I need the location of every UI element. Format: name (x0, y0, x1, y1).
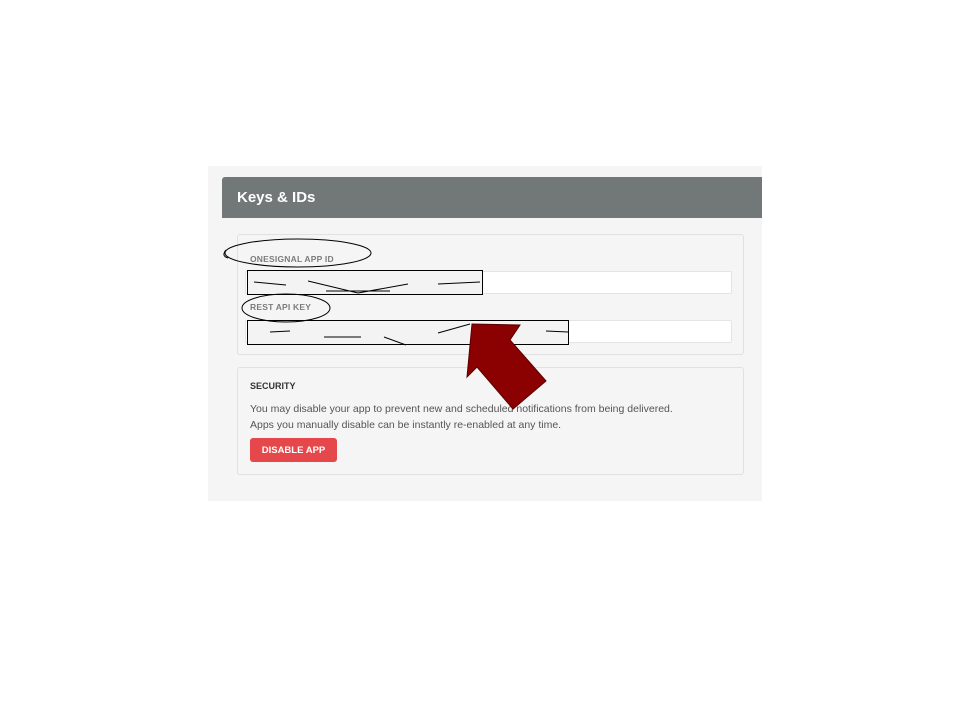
pointer-arrow (466, 323, 547, 410)
app-id-circle (224, 238, 372, 268)
annotation-overlay (223, 238, 547, 410)
rest-api-key-circle (241, 293, 331, 323)
